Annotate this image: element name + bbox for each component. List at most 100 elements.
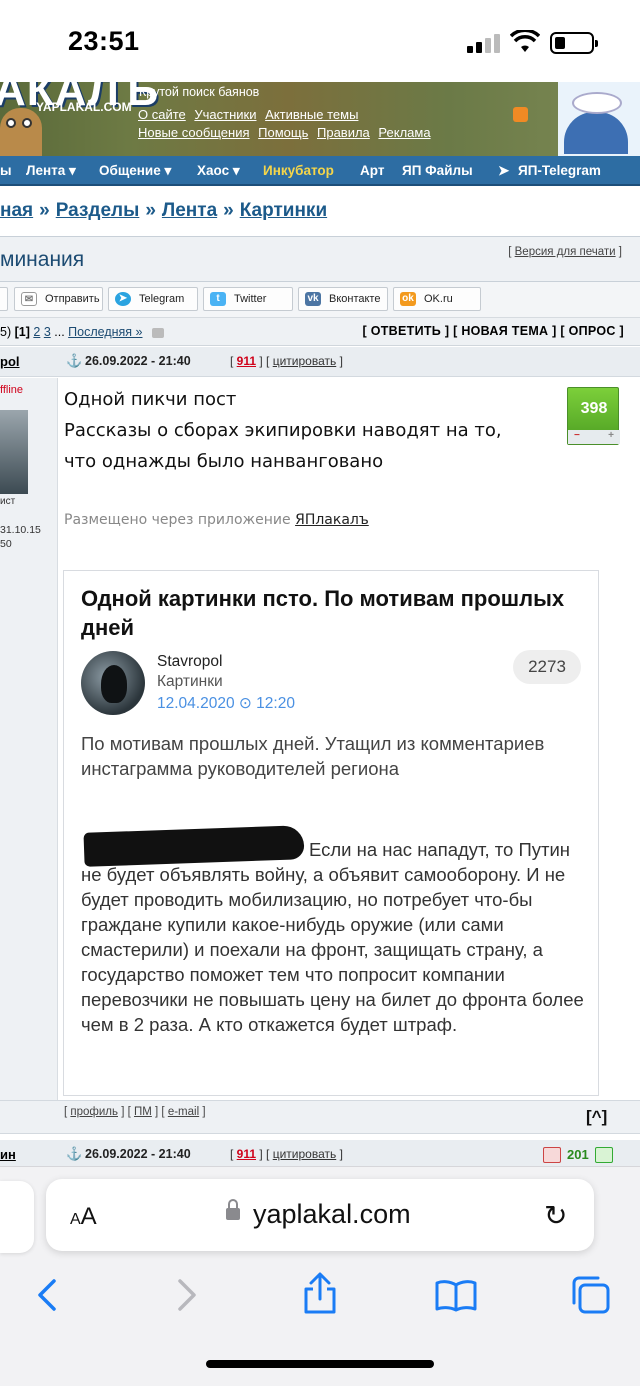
topic-header: минания [ Версия для печати ]: [0, 236, 640, 282]
nav-item-feed[interactable]: Лента ▾: [26, 163, 76, 179]
telegram-icon: ➤: [498, 163, 510, 178]
email-link[interactable]: e-mail: [168, 1106, 199, 1118]
pagination-bar: 5) [1] 2 3 ... Последняя » [ ОТВЕТИТЬ ] …: [0, 318, 640, 346]
user-reg-date: 31.10.15: [0, 524, 41, 536]
thumb-up-icon[interactable]: [594, 1146, 613, 1163]
post-text-line: что однажды было нанвангованo: [64, 451, 384, 472]
image-avatar: [81, 651, 145, 715]
battery-icon: [550, 32, 598, 54]
print-version-link[interactable]: Версия для печати: [515, 246, 616, 258]
post-header: pol ⚓ 26.09.2022 - 21:40 [ 911 ] [ цитир…: [0, 347, 640, 377]
print-version: [ Версия для печати ]: [508, 246, 622, 258]
header-links-row1: О сайте Участники Активные темы: [138, 107, 363, 122]
nav-item-telegram[interactable]: ЯП-Telegram: [518, 163, 601, 178]
site-logo-sub: YAPLAKAL.COM: [36, 100, 132, 114]
breadcrumb-home[interactable]: ная: [0, 200, 33, 221]
post-score-value: 201: [567, 1147, 589, 1163]
breadcrumb-pictures[interactable]: Картинки: [240, 200, 327, 221]
image-date: 12.04.2020 ⊙ 12:20: [157, 695, 295, 712]
bookmarks-icon[interactable]: [434, 1279, 478, 1313]
back-icon[interactable]: [34, 1277, 60, 1313]
image-username: Stavropol: [157, 653, 223, 670]
clock: 23:51: [68, 26, 140, 56]
ads-link[interactable]: Реклама: [378, 125, 430, 140]
pagination: 5) [1] 2 3 ... Последняя »: [0, 325, 164, 339]
new-messages-link[interactable]: Новые сообщения: [138, 125, 250, 140]
home-indicator: [206, 1360, 434, 1368]
topic-actions[interactable]: [ ОТВЕТИТЬ ] [ НОВАЯ ТЕМА ] [ ОПРОС ]: [362, 324, 624, 338]
page-link-3[interactable]: 3: [44, 325, 51, 339]
share-twitter-button[interactable]: t Twitter: [203, 287, 293, 311]
mail-icon: ✉: [21, 292, 37, 306]
post-meta: [ 911 ] [ цитировать ]: [230, 1147, 343, 1161]
vote-up-button[interactable]: +: [608, 430, 614, 441]
post-date: 26.09.2022 - 21:40: [85, 1147, 191, 1161]
anchor-icon[interactable]: ⚓: [66, 1146, 82, 1162]
reload-icon[interactable]: ↻: [544, 1199, 567, 1232]
site-header: АКАЛЪ YAPLAKAL.COM Крутой поиск баянов О…: [0, 82, 640, 156]
vote-down-button[interactable]: −: [574, 430, 580, 441]
active-topics-link[interactable]: Активные темы: [265, 107, 358, 122]
user-status: ffline: [0, 384, 24, 396]
anchor-icon[interactable]: ⚓: [66, 353, 82, 369]
quote-link[interactable]: цитировать: [273, 1147, 337, 1161]
post-author[interactable]: ин: [0, 1147, 16, 1162]
wifi-icon: [510, 30, 540, 52]
page-link-2[interactable]: 2: [33, 325, 40, 339]
share-vk-button[interactable]: vk Вконтакте: [298, 287, 388, 311]
page-jump-icon[interactable]: [151, 327, 164, 338]
avatar[interactable]: [0, 410, 28, 494]
nav-item-home[interactable]: ы: [0, 163, 12, 178]
ok-icon: ok: [400, 292, 416, 306]
last-page-link[interactable]: Последняя »: [68, 325, 142, 339]
nav-item-files[interactable]: ЯП Файлы: [402, 163, 473, 178]
header-links-row2: Новые сообщения Помощь Правила Реклама: [138, 125, 436, 140]
nav-item-chaos[interactable]: Хаос ▾: [197, 163, 240, 179]
nav-item-art[interactable]: Арт: [360, 163, 384, 178]
help-link[interactable]: Помощь: [258, 125, 308, 140]
url-text[interactable]: yaplakal.com: [253, 1199, 411, 1230]
image-category: Картинки: [157, 673, 223, 690]
breadcrumb-feed[interactable]: Лента: [162, 200, 217, 221]
post-text-line: Одной пикчи пост: [64, 389, 237, 410]
address-bar[interactable]: AA yaplakal.com ↻: [46, 1179, 594, 1251]
share-button-partial[interactable]: [0, 287, 8, 311]
profile-link[interactable]: профиль: [70, 1106, 118, 1118]
post-footer: [ профиль ] [ ПМ ] [ e-mail ] [^]: [0, 1100, 640, 1134]
current-page: [1]: [14, 325, 30, 339]
about-link[interactable]: О сайте: [138, 107, 186, 122]
share-ok-button[interactable]: ok OK.ru: [393, 287, 481, 311]
rss-icon[interactable]: [513, 107, 528, 122]
nav-item-incubator[interactable]: Инкубатор: [263, 163, 334, 178]
rules-link[interactable]: Правила: [317, 125, 370, 140]
post-image[interactable]: Одной картинки псто. По мотивам прошлых …: [63, 570, 599, 1096]
post-author[interactable]: pol: [0, 354, 20, 369]
image-intro-text: По мотивам прошлых дней. Утащил из комме…: [81, 733, 545, 779]
site-tagline: Крутой поиск баянов: [139, 85, 260, 99]
image-count-badge: 2273: [513, 650, 581, 684]
share-mail-button[interactable]: ✉ Отправить: [14, 287, 103, 311]
post-number[interactable]: 911: [237, 354, 256, 368]
twitter-icon: t: [210, 292, 226, 306]
thumb-down-icon[interactable]: [543, 1146, 561, 1163]
nav-item-social[interactable]: Общение ▾: [99, 163, 171, 179]
cellular-signal-icon: [467, 33, 501, 53]
image-title: Одной картинки псто. По мотивам прошлых …: [81, 586, 565, 640]
tabs-icon[interactable]: [570, 1275, 612, 1315]
pm-link[interactable]: ПМ: [134, 1106, 152, 1118]
members-link[interactable]: Участники: [194, 107, 256, 122]
scroll-top-link[interactable]: [^]: [586, 1107, 607, 1127]
previous-tab-peek[interactable]: [0, 1181, 34, 1253]
share-icon[interactable]: [300, 1271, 340, 1315]
page-settings-button[interactable]: AA: [70, 1203, 97, 1231]
topic-title: минания: [0, 248, 85, 271]
mascot-image: [558, 82, 640, 156]
post-number[interactable]: 911: [237, 1147, 256, 1161]
post-text-line: Рассказы о сборах экипировки наводят на …: [64, 420, 502, 441]
breadcrumb-sections[interactable]: Разделы: [56, 200, 140, 221]
lock-icon: [226, 1199, 240, 1223]
quote-link[interactable]: цитировать: [273, 354, 337, 368]
share-telegram-button[interactable]: ➤ Telegram: [108, 287, 198, 311]
forward-icon[interactable]: [174, 1277, 200, 1313]
app-link[interactable]: ЯПлакалъ: [295, 512, 369, 528]
